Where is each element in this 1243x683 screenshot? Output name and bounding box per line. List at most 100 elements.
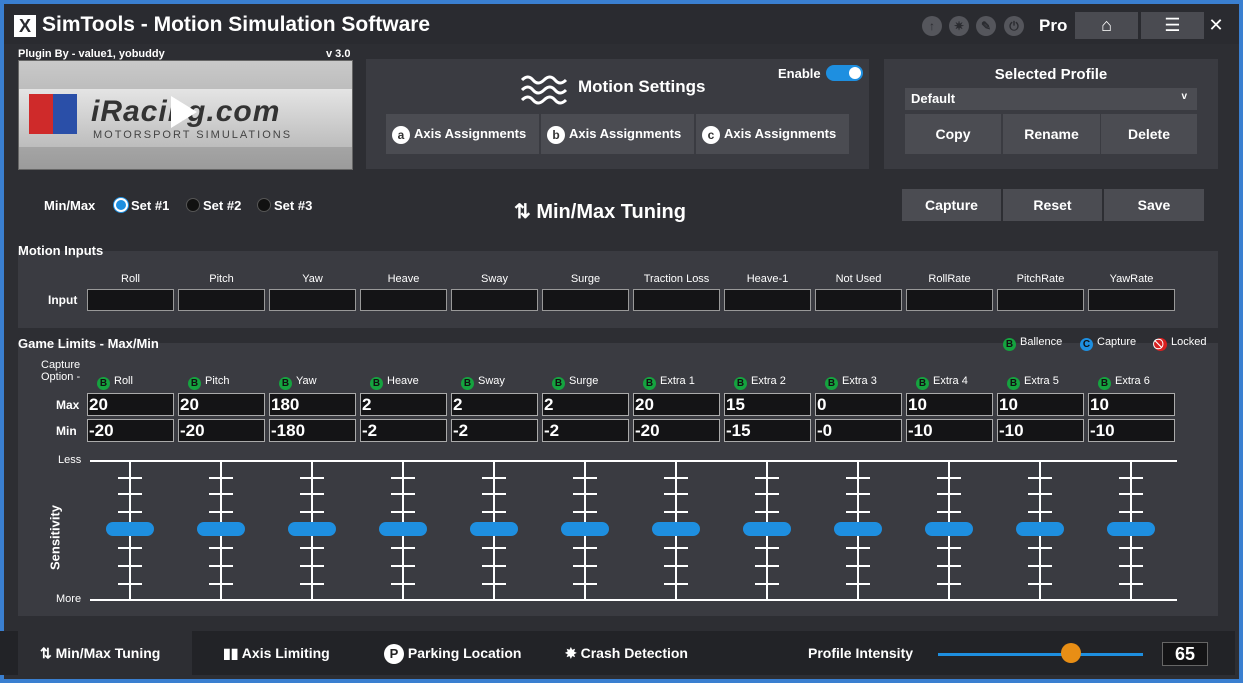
- min-input[interactable]: -20: [178, 419, 265, 442]
- max-input[interactable]: 10: [906, 393, 993, 416]
- input-field[interactable]: [724, 289, 811, 311]
- min-row-label: Min: [56, 424, 77, 438]
- min-input[interactable]: -15: [724, 419, 811, 442]
- min-input[interactable]: -0: [815, 419, 902, 442]
- axis-header[interactable]: B Extra 5: [1007, 375, 1059, 390]
- reset-button[interactable]: Reset: [1003, 189, 1102, 221]
- max-input[interactable]: 10: [1088, 393, 1175, 416]
- set-2-radio[interactable]: Set #2: [186, 198, 241, 213]
- axis-header[interactable]: B Extra 6: [1098, 375, 1150, 390]
- axis-header[interactable]: B Heave: [370, 375, 419, 390]
- sensitivity-slider-knob[interactable]: [197, 522, 245, 536]
- max-input[interactable]: 15: [724, 393, 811, 416]
- min-input[interactable]: -10: [906, 419, 993, 442]
- sensitivity-slider-knob[interactable]: [1016, 522, 1064, 536]
- copy-button[interactable]: Copy: [905, 114, 1001, 154]
- min-input[interactable]: -2: [451, 419, 538, 442]
- input-field[interactable]: [906, 289, 993, 311]
- input-field[interactable]: [1088, 289, 1175, 311]
- home-button[interactable]: ⌂: [1075, 12, 1138, 39]
- input-field[interactable]: [87, 289, 174, 311]
- max-input[interactable]: 2: [542, 393, 629, 416]
- slider-tick: [391, 547, 415, 549]
- axis-header[interactable]: B Extra 1: [643, 375, 695, 390]
- max-input[interactable]: 10: [997, 393, 1084, 416]
- slider-tick: [846, 477, 870, 479]
- sensitivity-slider-knob[interactable]: [1107, 522, 1155, 536]
- tab-minmax-tuning[interactable]: ⇅ Min/Max Tuning: [18, 631, 192, 675]
- tab-crash-detection[interactable]: ✸ Crash Detection: [565, 631, 725, 675]
- arrow-up-icon[interactable]: ↑: [922, 16, 942, 36]
- rename-button[interactable]: Rename: [1003, 114, 1100, 154]
- intensity-slider-track[interactable]: [938, 653, 1143, 656]
- input-column-label: Pitch: [209, 273, 234, 285]
- axis-header[interactable]: B Roll: [97, 375, 133, 390]
- radio-dot: [114, 198, 128, 212]
- tab-parking-location[interactable]: P Parking Location: [384, 631, 554, 675]
- slider-tick: [1028, 493, 1052, 495]
- slider-tick: [846, 493, 870, 495]
- sensitivity-slider-knob[interactable]: [106, 522, 154, 536]
- input-field[interactable]: [451, 289, 538, 311]
- max-input[interactable]: 2: [360, 393, 447, 416]
- min-input[interactable]: -10: [997, 419, 1084, 442]
- input-field[interactable]: [542, 289, 629, 311]
- axis-header[interactable]: B Sway: [461, 375, 505, 390]
- axis-header[interactable]: B Extra 2: [734, 375, 786, 390]
- set-1-radio[interactable]: Set #1: [114, 198, 169, 213]
- axis-header[interactable]: B Extra 3: [825, 375, 877, 390]
- save-button[interactable]: Save: [1104, 189, 1204, 221]
- intensity-value[interactable]: 65: [1162, 642, 1208, 666]
- min-input[interactable]: -2: [360, 419, 447, 442]
- input-column-label: Surge: [570, 273, 601, 285]
- axis-header[interactable]: B Extra 4: [916, 375, 968, 390]
- close-button[interactable]: ✕: [1204, 12, 1228, 39]
- max-input[interactable]: 20: [178, 393, 265, 416]
- profile-dropdown[interactable]: Default v: [905, 88, 1197, 110]
- sensitivity-slider-knob[interactable]: [379, 522, 427, 536]
- max-input[interactable]: 20: [633, 393, 720, 416]
- ballence-icon: B: [1003, 338, 1016, 351]
- axis-assignments-b-button[interactable]: b Axis Assignments: [541, 114, 694, 154]
- sensitivity-slider-knob[interactable]: [652, 522, 700, 536]
- sensitivity-slider-knob[interactable]: [288, 522, 336, 536]
- input-field[interactable]: [360, 289, 447, 311]
- max-input[interactable]: 0: [815, 393, 902, 416]
- max-input[interactable]: 180: [269, 393, 356, 416]
- axis-assignments-a-button[interactable]: a Axis Assignments: [386, 114, 539, 154]
- play-icon[interactable]: [171, 96, 197, 128]
- power-icon[interactable]: ⏻: [1004, 16, 1024, 36]
- sensitivity-slider-knob[interactable]: [470, 522, 518, 536]
- max-input[interactable]: 2: [451, 393, 538, 416]
- axis-header[interactable]: B Yaw: [279, 375, 317, 390]
- axis-header[interactable]: B Surge: [552, 375, 598, 390]
- sparkle-icon[interactable]: ✷: [949, 16, 969, 36]
- input-row-label: Input: [48, 293, 78, 307]
- menu-button[interactable]: ☰: [1141, 12, 1204, 39]
- tab-axis-limiting[interactable]: ▮▮ Axis Limiting: [223, 631, 373, 675]
- sensitivity-slider-knob[interactable]: [743, 522, 791, 536]
- sensitivity-slider-knob[interactable]: [834, 522, 882, 536]
- min-input[interactable]: -20: [633, 419, 720, 442]
- input-field[interactable]: [633, 289, 720, 311]
- min-input[interactable]: -180: [269, 419, 356, 442]
- min-input[interactable]: -2: [542, 419, 629, 442]
- input-field[interactable]: [815, 289, 902, 311]
- sensitivity-slider-knob[interactable]: [561, 522, 609, 536]
- sensitivity-slider-knob[interactable]: [925, 522, 973, 536]
- axis-header-label: Surge: [569, 375, 599, 387]
- axis-assignments-c-button[interactable]: c Axis Assignments: [696, 114, 849, 154]
- input-field[interactable]: [269, 289, 356, 311]
- wrench-icon[interactable]: ✎: [976, 16, 996, 36]
- max-input[interactable]: 20: [87, 393, 174, 416]
- enable-toggle[interactable]: [826, 65, 863, 81]
- game-thumbnail[interactable]: iRacing.com MOTORSPORT SIMULATIONS: [18, 60, 353, 170]
- axis-header[interactable]: B Pitch: [188, 375, 229, 390]
- input-field[interactable]: [178, 289, 265, 311]
- capture-button[interactable]: Capture: [902, 189, 1001, 221]
- delete-button[interactable]: Delete: [1101, 114, 1197, 154]
- input-field[interactable]: [997, 289, 1084, 311]
- min-input[interactable]: -20: [87, 419, 174, 442]
- min-input[interactable]: -10: [1088, 419, 1175, 442]
- set-3-radio[interactable]: Set #3: [257, 198, 312, 213]
